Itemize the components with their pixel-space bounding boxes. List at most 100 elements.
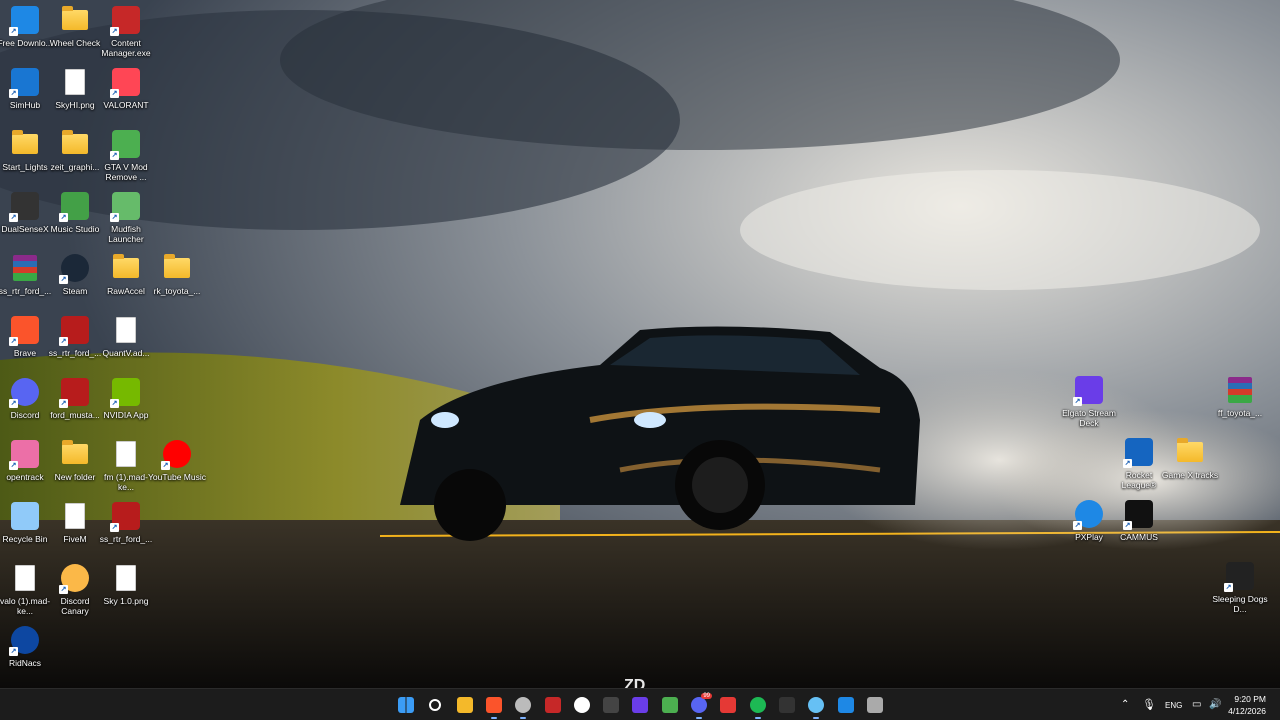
terminal-icon — [603, 697, 619, 713]
desktop-icon-sleeping-dogs-r6[interactable]: ↗ Sleeping Dogs D... — [1212, 562, 1268, 614]
stream-deck-taskbar-button[interactable] — [629, 695, 651, 715]
brave-icon: ↗ — [9, 316, 39, 346]
desktop-icon-folder-1[interactable]: Wheel Check — [50, 6, 100, 48]
desktop-icon-nvidia-21[interactable]: ↗ NVIDIA App — [101, 378, 151, 420]
chrome-taskbar-button[interactable] — [512, 695, 534, 719]
shortcut-arrow-icon: ↗ — [1123, 521, 1132, 530]
settings-taskbar-button[interactable] — [864, 695, 886, 715]
shortcut-arrow-icon: ↗ — [1073, 397, 1082, 406]
spotify-taskbar-button[interactable] — [747, 695, 769, 719]
obs-taskbar-button[interactable] — [571, 695, 593, 715]
volume-icon[interactable]: 🔊 — [1209, 699, 1221, 710]
image-file-icon — [112, 564, 140, 592]
desktop-icon-label: Steam — [62, 286, 88, 296]
desktop-icon-dualsensex-9[interactable]: ↗ DualSenseX — [0, 192, 50, 234]
desktop-icon-label: ss_rtr_ford_... — [99, 534, 153, 544]
desktop-icon-pxplay-r4[interactable]: ↗ PXPlay — [1064, 500, 1114, 542]
desktop-icon-folder-14[interactable]: RawAccel — [101, 254, 151, 296]
desktop-icon-discord-19[interactable]: ↗ Discord — [0, 378, 50, 420]
desktop-icon-valorant-5[interactable]: ↗ VALORANT — [101, 68, 151, 110]
desktop-icon-label: Rocket League® — [1121, 470, 1157, 490]
shortcut-arrow-icon: ↗ — [59, 585, 68, 594]
discord-taskbar-button[interactable]: 99 — [688, 693, 712, 719]
desktop-icon-folder-15[interactable]: rk_toyota_... — [152, 254, 202, 296]
shortcut-arrow-icon: ↗ — [9, 647, 18, 656]
terminal-taskbar-button[interactable] — [600, 695, 622, 715]
file-explorer-button[interactable] — [454, 695, 476, 715]
desktop-icon-kns-file-20[interactable]: ↗ ford_musta... — [50, 378, 100, 420]
desktop-icon-folder-7[interactable]: zeit_graphi... — [50, 130, 100, 172]
desktop-icon-winrar-archive-r1[interactable]: ff_toyota_... — [1215, 376, 1265, 418]
wallpaper-watermark: ZD — [624, 677, 645, 688]
discord-icon: ↗ — [9, 378, 39, 408]
desktop-icon-music-studio-10[interactable]: ↗ Music Studio — [50, 192, 100, 234]
desktop-icon-label: RidNacs — [8, 658, 42, 668]
shortcut-arrow-icon: ↗ — [9, 399, 18, 408]
launcher-icon — [720, 697, 736, 713]
system-clock[interactable]: 9:20 PM 4/12/2026 — [1228, 693, 1266, 717]
desktop-icon-gta-v-mod-8[interactable]: ↗ GTA V Mod Remove ... — [101, 130, 151, 182]
desktop-icon-discord-canary-30[interactable]: ↗ Discord Canary — [50, 564, 100, 616]
desktop-icon-document-18[interactable]: QuantV.ad... — [101, 316, 151, 358]
desktop-icon-mudfish-11[interactable]: ↗ Mudfish Launcher — [101, 192, 151, 244]
desktop-icon-ridnacs-32[interactable]: ↗ RidNacs — [0, 626, 50, 668]
desktop-icon-label: VALORANT — [103, 100, 149, 110]
desktop-icon-document-24[interactable]: fm (1).mad-ke... — [101, 440, 151, 492]
kns-file-icon: ↗ — [59, 316, 89, 346]
desktop-icon-recycle-bin-26[interactable]: Recycle Bin — [0, 502, 50, 544]
shortcut-arrow-icon: ↗ — [9, 89, 18, 98]
desktop-icon-label: Sleeping Dogs D... — [1212, 594, 1268, 614]
recycle-bin-icon — [11, 502, 39, 530]
desktop-icon-folder-6[interactable]: Start_Lights — [0, 130, 50, 172]
language-indicator[interactable]: ENG — [1165, 701, 1182, 710]
desktop-icon-youtube-music-25[interactable]: ↗ YouTube Music — [148, 440, 206, 482]
desktop-icon-cammus-r5[interactable]: ↗ CAMMUS — [1114, 500, 1164, 542]
shortcut-arrow-icon: ↗ — [161, 461, 170, 470]
content-manager-taskbar-button[interactable] — [542, 695, 564, 715]
xbox-taskbar-button[interactable] — [659, 695, 681, 715]
desktop-icon-image-file-4[interactable]: SkyHI.png — [50, 68, 100, 110]
desktop-icon-label: Game X tracks — [1161, 470, 1219, 480]
winrar-archive-icon — [11, 254, 39, 282]
shortcut-arrow-icon: ↗ — [110, 399, 119, 408]
brave-taskbar-button[interactable] — [483, 695, 505, 719]
search-button[interactable] — [424, 695, 446, 715]
spotify-app-button[interactable] — [717, 695, 739, 715]
desktop-icon-label: Music Studio — [50, 224, 100, 234]
folder-icon — [61, 440, 89, 468]
desktop-icon-kns-file-28[interactable]: ↗ ss_rtr_ford_... — [100, 502, 152, 544]
desktop-icon-label: Elgato Stream Deck — [1062, 408, 1116, 428]
desktop-icon-label: fm (1).mad-ke... — [104, 472, 148, 492]
desktop-icon-brave-16[interactable]: ↗ Brave — [0, 316, 50, 358]
desktop-icon-winrar-archive-12[interactable]: ss_rtr_ford_... — [0, 254, 51, 296]
desktop-icon-document-29[interactable]: valo (1).mad-ke... — [0, 564, 50, 616]
cammus-icon: ↗ — [1123, 500, 1153, 530]
desktop-icon-label: zeit_graphi... — [50, 162, 100, 172]
microphone-icon[interactable]: 🎙 — [1142, 698, 1156, 711]
desktop-icon-document-27[interactable]: FiveM — [50, 502, 100, 544]
desktop-icon-label: Discord Canary — [60, 596, 90, 616]
game-taskbar-button[interactable] — [776, 695, 798, 715]
gear-icon — [867, 697, 883, 713]
desktop-icon-folder-r3[interactable]: Game X tracks — [1162, 438, 1218, 480]
start-button[interactable] — [395, 695, 417, 715]
search-icon — [429, 699, 441, 711]
desktop-icon-simhub-3[interactable]: ↗ SimHub — [0, 68, 50, 110]
desktop-icon-label: FiveM — [63, 534, 87, 544]
shortcut-arrow-icon: ↗ — [1224, 583, 1233, 592]
desktop-icon-image-file-31[interactable]: Sky 1.0.png — [101, 564, 151, 606]
wallpaper-art: ZD — [0, 0, 1280, 688]
download-manager-taskbar-button[interactable] — [835, 695, 857, 715]
desktop-icon-rocket-league-r2[interactable]: ↗ Rocket League® — [1114, 438, 1164, 490]
desktop-icon-steam-13[interactable]: ↗ Steam — [50, 254, 100, 296]
steam-taskbar-button[interactable] — [805, 695, 827, 719]
show-hidden-icons-chevron-icon[interactable]: ⌃ — [1121, 699, 1129, 710]
network-icon[interactable]: ▭ — [1192, 699, 1201, 710]
desktop-icon-kns-file-17[interactable]: ↗ ss_rtr_ford_... — [49, 316, 101, 358]
desktop-icon-folder-23[interactable]: New folder — [50, 440, 100, 482]
desktop-icon-free-download-manager-0[interactable]: ↗ Free Downlo... — [0, 6, 53, 48]
desktop-icon-content-manager-2[interactable]: ↗ Content Manager.exe — [101, 6, 151, 58]
content-manager-icon — [545, 697, 561, 713]
desktop-icon-opentrack-22[interactable]: ↗ opentrack — [0, 440, 50, 482]
desktop-icon-stream-deck-r0[interactable]: ↗ Elgato Stream Deck — [1062, 376, 1116, 428]
